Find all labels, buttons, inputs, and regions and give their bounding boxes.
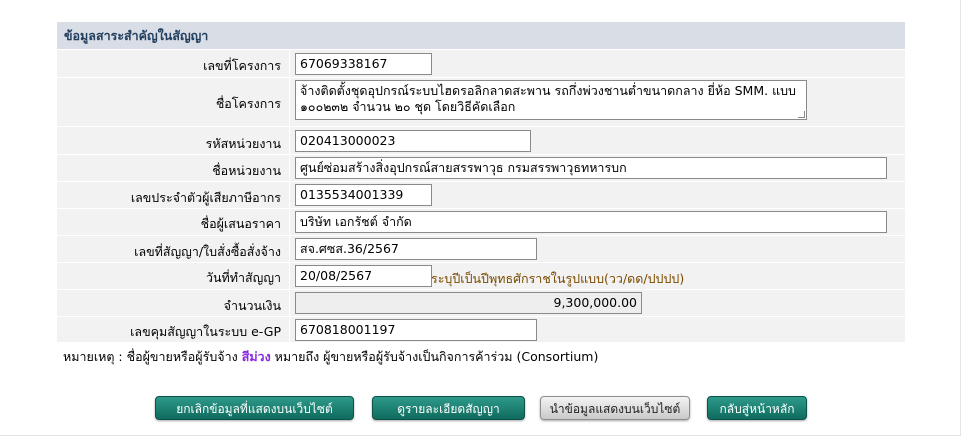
egp-control-no-field[interactable]: 670818001197 — [295, 319, 537, 341]
row-project-name: ชื่อโครงการ จ้างติดตั้งชุดอุปกรณ์ระบบไฮด… — [57, 78, 905, 126]
consortium-note: หมายเหตุ : ชื่อผู้ขายหรือผู้รับจ้าง สีม่… — [63, 347, 598, 367]
project-no-field[interactable]: 67069338167 — [295, 53, 432, 75]
row-bidder-name: ชื่อผู้เสนอราคา บริษัท เอกรัชต์ จำกัด — [57, 209, 905, 235]
row-agency-code: รหัสหน่วยงาน 020413000023 — [57, 127, 905, 154]
agency-name-label: ชื่อหน่วยงาน — [212, 163, 281, 178]
bidder-name-field[interactable]: บริษัท เอกรัชต์ จำกัด — [295, 211, 887, 233]
column-separator — [289, 50, 290, 77]
row-agency-name: ชื่อหน่วยงาน ศูนย์ซ่อมสร้างสิ่งอุปกรณ์สา… — [57, 155, 905, 181]
column-separator — [289, 317, 290, 342]
tax-id-field[interactable]: 0135534001339 — [295, 184, 432, 206]
project-name-textarea[interactable]: จ้างติดตั้งชุดอุปกรณ์ระบบไฮดรอลิกลาดสะพา… — [295, 80, 807, 120]
contract-date-label: วันที่ทำสัญญา — [205, 270, 281, 285]
column-separator — [289, 182, 290, 208]
note-suffix: หมายถึง ผู้ขายหรือผู้รับจ้างเป็นกิจการค้… — [274, 349, 599, 364]
bidder-name-label: ชื่อผู้เสนอราคา — [200, 216, 281, 231]
resize-handle-icon[interactable] — [798, 111, 805, 118]
row-project-no: เลขที่โครงการ 67069338167 — [57, 50, 905, 77]
agency-code-field[interactable]: 020413000023 — [295, 130, 531, 152]
view-contract-button[interactable]: ดูรายละเอียดสัญญา — [372, 396, 525, 420]
back-home-button[interactable]: กลับสู่หน้าหลัก — [707, 396, 807, 420]
row-egp-control-no: เลขคุมสัญญาในระบบ e-GP 670818001197 — [57, 317, 905, 342]
row-contract-date: วันที่ทำสัญญา 20/08/2567 ระบุปีเป็นปีพุท… — [57, 263, 905, 289]
amount-field[interactable]: 9,300,000.00 — [295, 292, 642, 314]
row-amount: จำนวนเงิน 9,300,000.00 — [57, 290, 905, 316]
column-separator — [289, 127, 290, 154]
agency-name-field[interactable]: ศูนย์ซ่อมสร้างสิ่งอุปกรณ์สายสรรพาวุธ กรม… — [295, 157, 887, 179]
egp-control-no-label: เลขคุมสัญญาในระบบ e-GP — [130, 324, 281, 339]
project-no-label: เลขที่โครงการ — [203, 58, 281, 73]
project-name-text: จ้างติดตั้งชุดอุปกรณ์ระบบไฮดรอลิกลาดสะพา… — [300, 83, 796, 114]
column-separator — [289, 290, 290, 316]
agency-code-label: รหัสหน่วยงาน — [205, 136, 281, 151]
section-title: ข้อมูลสาระสำคัญในสัญญา — [57, 22, 905, 49]
column-separator — [289, 263, 290, 289]
amount-label: จำนวนเงิน — [223, 298, 281, 313]
date-format-hint: ระบุปีเป็นปีพุทธศักราชในรูปแบบ(วว/ดด/ปปป… — [431, 271, 685, 286]
cancel-display-button[interactable]: ยกเลิกข้อมูลที่แสดงบนเว็บไซต์ — [155, 396, 354, 420]
tax-id-label: เลขประจำตัวผู้เสียภาษีอากร — [130, 190, 281, 205]
row-contract-no: เลขที่สัญญา/ใบสั่งซื้อสั่งจ้าง สจ.ศซส.36… — [57, 236, 905, 262]
note-highlight: สีม่วง — [241, 349, 271, 364]
row-tax-id: เลขประจำตัวผู้เสียภาษีอากร 0135534001339 — [57, 182, 905, 208]
column-separator — [289, 236, 290, 262]
column-separator — [289, 78, 290, 126]
project-name-label: ชื่อโครงการ — [215, 96, 281, 111]
publish-button[interactable]: นำข้อมูลแสดงบนเว็บไซต์ — [540, 396, 690, 420]
contract-no-label: เลขที่สัญญา/ใบสั่งซื้อสั่งจ้าง — [134, 244, 281, 259]
column-separator — [289, 209, 290, 235]
contract-date-field[interactable]: 20/08/2567 — [295, 265, 432, 287]
contract-no-field[interactable]: สจ.ศซส.36/2567 — [295, 238, 537, 260]
note-prefix: หมายเหตุ : ชื่อผู้ขายหรือผู้รับจ้าง — [63, 349, 238, 364]
column-separator — [289, 155, 290, 181]
